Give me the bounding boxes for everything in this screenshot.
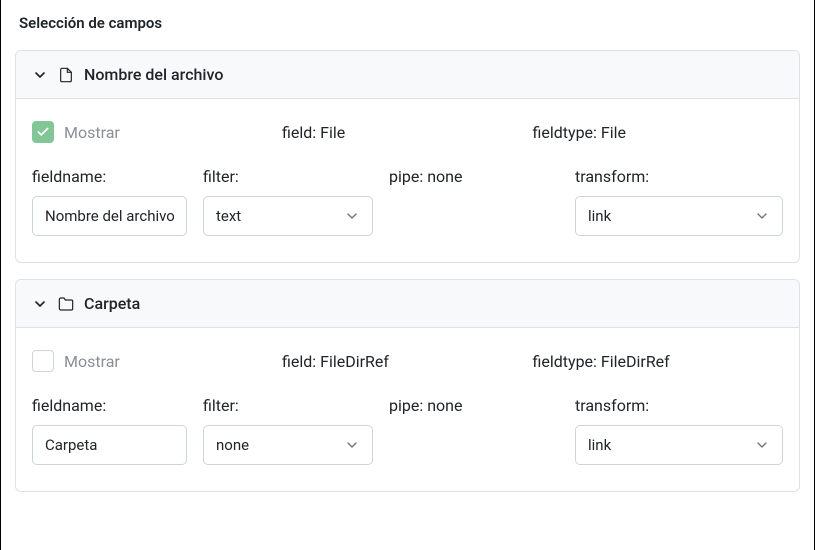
chevron-down-icon: [32, 67, 48, 83]
mostrar-checkbox[interactable]: [32, 350, 54, 372]
filter-value: none: [216, 436, 249, 454]
mostrar-checkbox[interactable]: [32, 121, 54, 143]
mostrar-label: Mostrar: [64, 352, 120, 371]
filter-select[interactable]: none: [203, 425, 373, 465]
card-header[interactable]: Nombre del archivo: [16, 51, 799, 99]
page-title: Selección de campos: [15, 14, 800, 32]
card-title: Nombre del archivo: [84, 65, 223, 84]
chevron-down-icon: [754, 437, 770, 453]
filter-value: text: [216, 207, 241, 225]
file-icon: [58, 67, 74, 83]
chevron-down-icon: [754, 208, 770, 224]
transform-value: link: [588, 436, 611, 454]
fieldtype-label: fieldtype: FileDirRef: [533, 352, 670, 371]
mostrar-label: Mostrar: [64, 123, 120, 142]
fieldname-label: fieldname:: [32, 396, 187, 415]
transform-label: transform:: [575, 167, 783, 186]
chevron-down-icon: [344, 437, 360, 453]
fieldname-input[interactable]: [32, 425, 187, 465]
filter-select[interactable]: text: [203, 196, 373, 236]
fieldname-input[interactable]: [32, 196, 187, 236]
card-header[interactable]: Carpeta: [16, 280, 799, 328]
card-body: Mostrar field: FileDirRef fieldtype: Fil…: [16, 328, 799, 491]
field-card: Nombre del archivo Mostrar field: File f…: [15, 50, 800, 263]
filter-label: filter:: [203, 167, 373, 186]
field-label: field: FileDirRef: [282, 352, 389, 371]
card-body: Mostrar field: File fieldtype: File fiel…: [16, 99, 799, 262]
pipe-label: pipe: none: [389, 396, 559, 415]
chevron-down-icon: [344, 208, 360, 224]
transform-label: transform:: [575, 396, 783, 415]
transform-value: link: [588, 207, 611, 225]
chevron-down-icon: [32, 296, 48, 312]
folder-icon: [58, 296, 74, 312]
fieldname-label: fieldname:: [32, 167, 187, 186]
field-card: Carpeta Mostrar field: FileDirRef fieldt…: [15, 279, 800, 492]
transform-select[interactable]: link: [575, 196, 783, 236]
transform-select[interactable]: link: [575, 425, 783, 465]
field-label: field: File: [282, 123, 345, 142]
fieldtype-label: fieldtype: File: [533, 123, 627, 142]
pipe-label: pipe: none: [389, 167, 559, 186]
field-cards: Nombre del archivo Mostrar field: File f…: [15, 50, 800, 508]
filter-label: filter:: [203, 396, 373, 415]
card-title: Carpeta: [84, 294, 140, 313]
